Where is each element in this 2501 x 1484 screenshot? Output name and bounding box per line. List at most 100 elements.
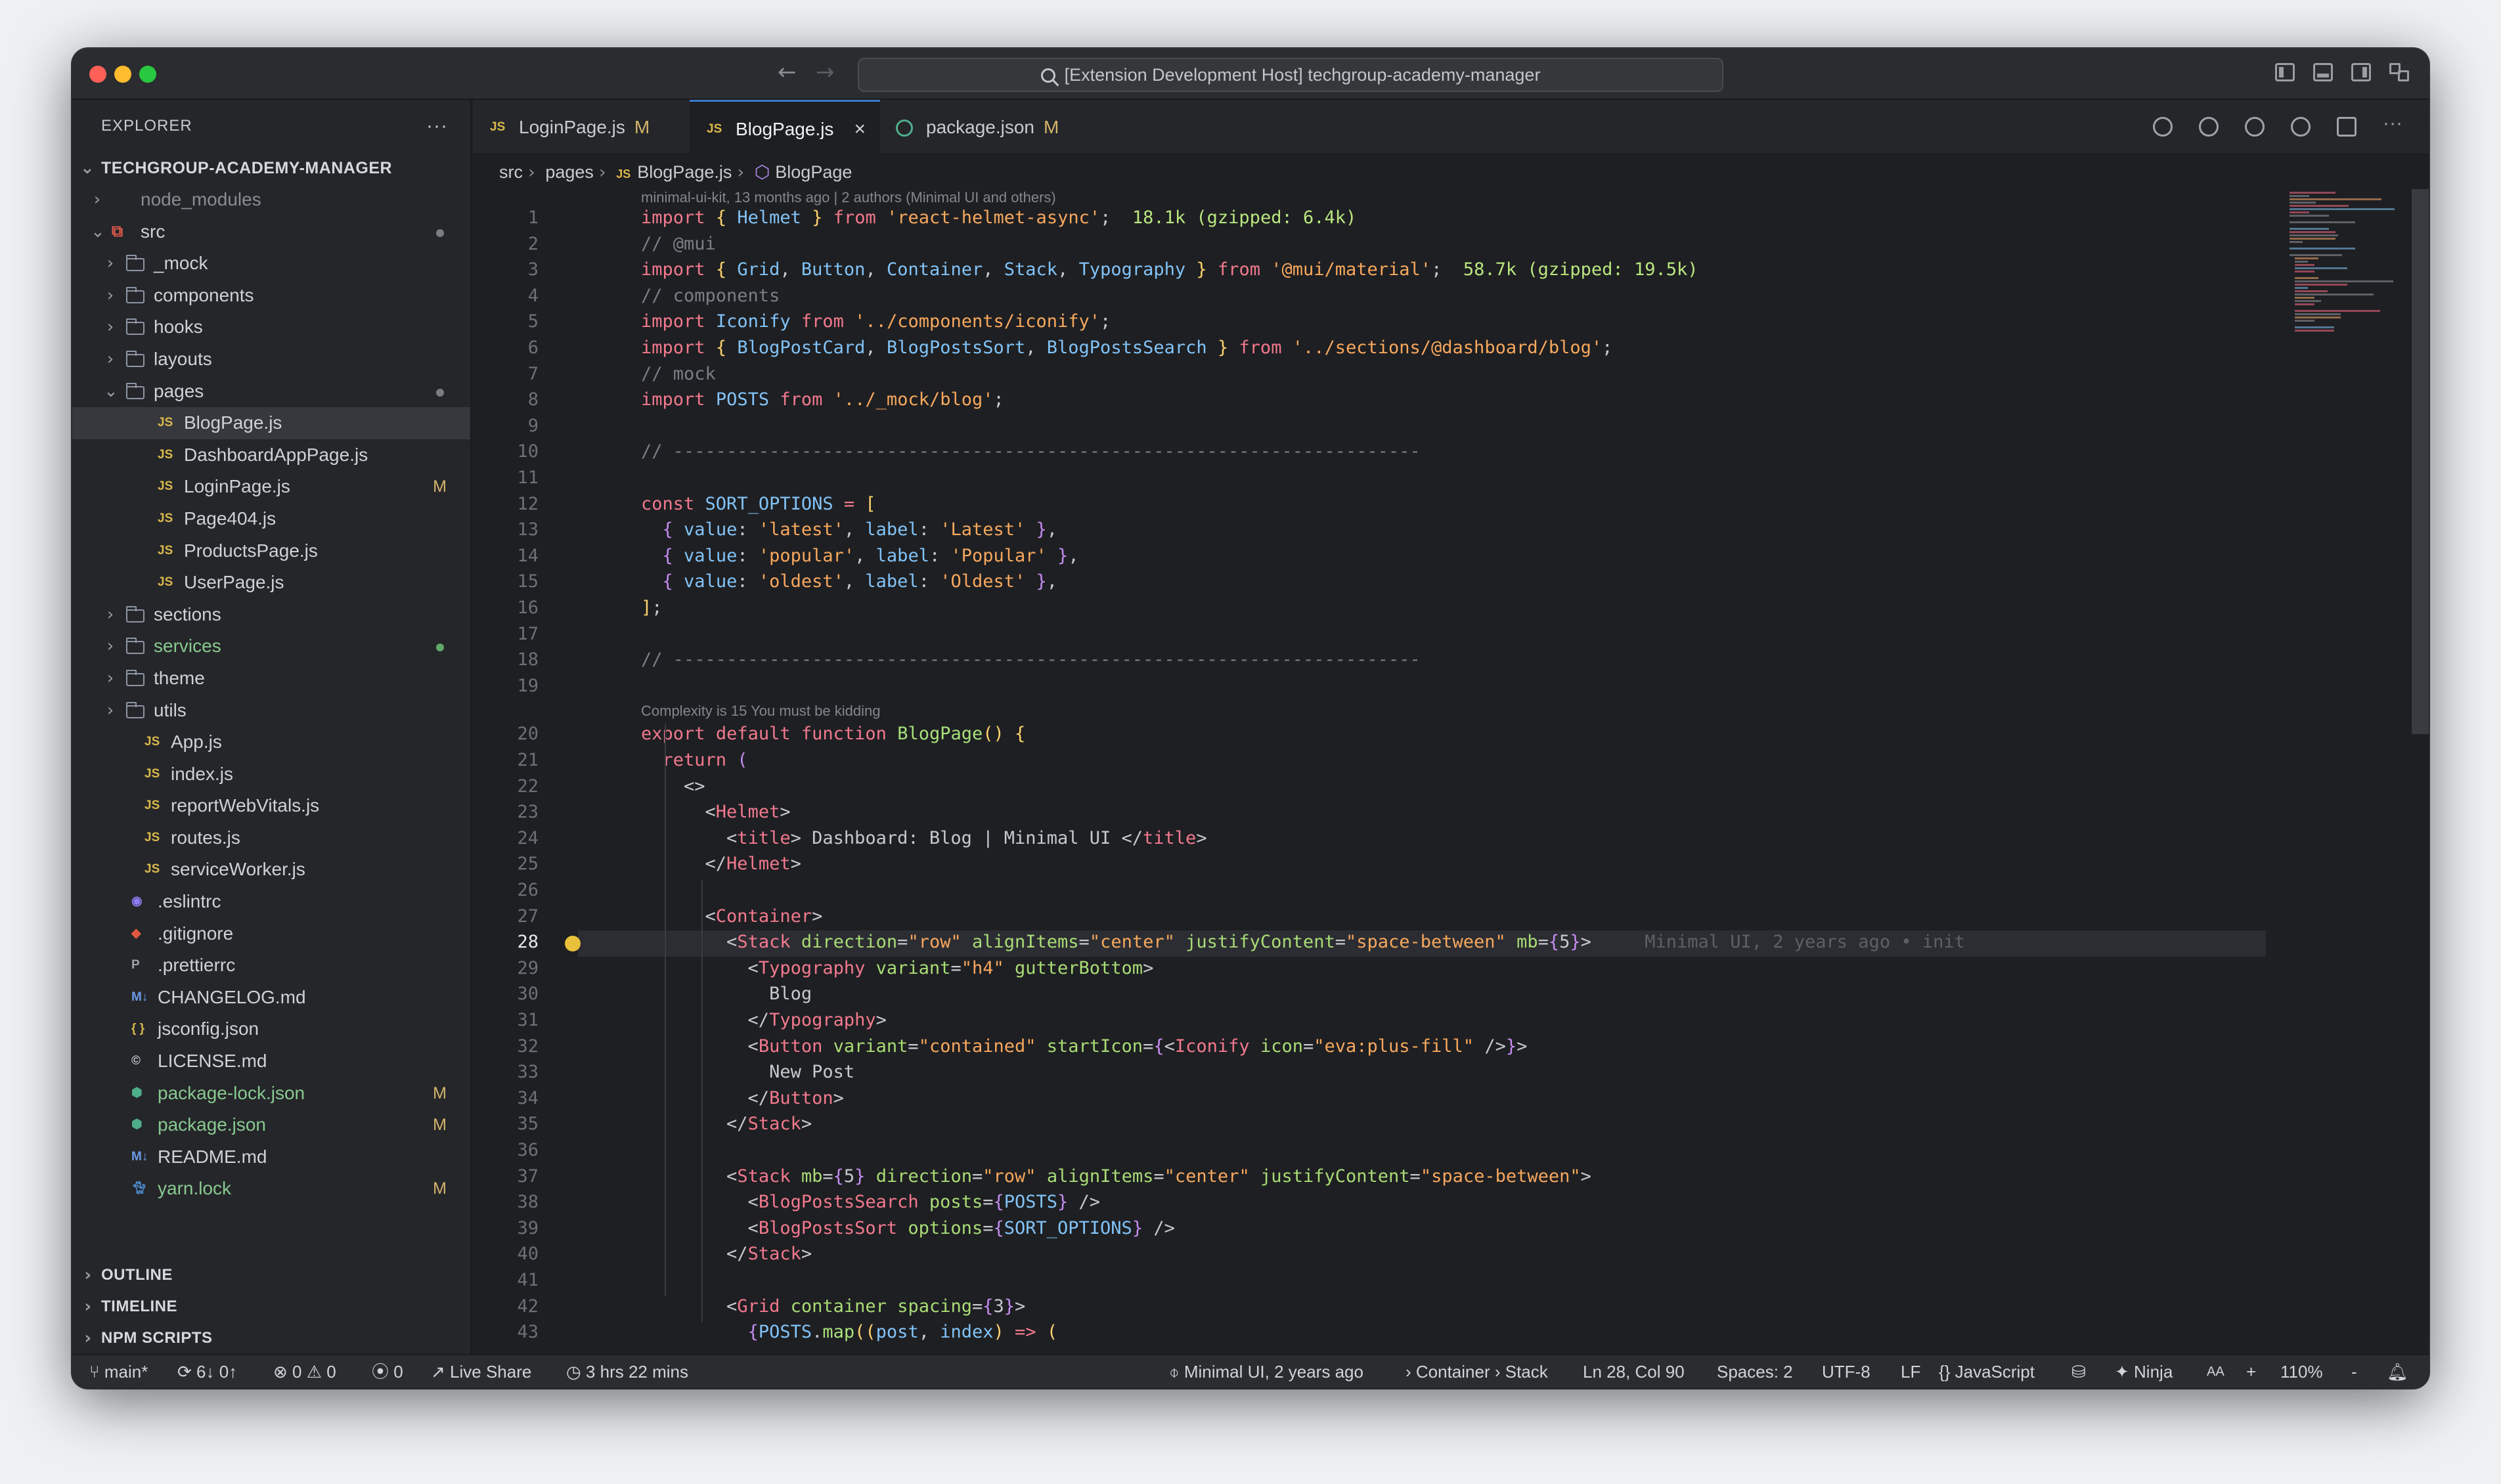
tree-item[interactable]: JS serviceWorker.js	[72, 854, 470, 886]
tree-item[interactable]: › components	[72, 280, 470, 312]
tree-item[interactable]: › services	[72, 630, 470, 663]
tree-item[interactable]: JS BlogPage.js	[72, 407, 470, 439]
breadcrumb-item[interactable]: BlogPage	[775, 162, 852, 182]
code-line[interactable]: // components	[641, 286, 780, 306]
tree-item[interactable]: ⬢ package-lock.json M	[72, 1078, 470, 1110]
sidebar-section-npm-scripts[interactable]: › NPM SCRIPTS	[72, 1322, 470, 1354]
code-line[interactable]: {POSTS.map((post, index) => (	[641, 1322, 1058, 1342]
tree-item[interactable]: › node_modules	[72, 184, 470, 216]
sidebar-section-timeline[interactable]: › TIMELINE	[72, 1291, 470, 1322]
blame-codelens[interactable]: minimal-ui-kit, 13 months ago | 2 author…	[641, 189, 1056, 206]
more-actions-icon[interactable]: ···	[426, 100, 448, 152]
previous-change-icon[interactable]	[2199, 117, 2219, 137]
breadcrumb-item[interactable]: pages	[545, 162, 594, 182]
code-line[interactable]: </Stack>	[641, 1244, 812, 1264]
tree-item[interactable]: › _mock	[72, 248, 470, 280]
code-line[interactable]: import { BlogPostCard, BlogPostsSort, Bl…	[641, 338, 1612, 358]
tree-item[interactable]: ◉ .eslintrc	[72, 886, 470, 918]
breadcrumb-item[interactable]: src	[499, 162, 523, 182]
tree-item[interactable]: JS ProductsPage.js	[72, 535, 470, 567]
gitlens-icon[interactable]	[2291, 117, 2311, 137]
branch-status[interactable]: ⑂ main*	[89, 1355, 148, 1388]
code-line[interactable]: <Stack direction="row" alignItems="cente…	[641, 932, 1965, 952]
code-line[interactable]: { value: 'oldest', label: 'Oldest' },	[641, 571, 1058, 592]
code-line[interactable]: </Typography>	[641, 1010, 887, 1030]
zoom-window-button[interactable]	[139, 66, 156, 83]
code-line[interactable]: export default function BlogPage() {	[641, 724, 1025, 744]
code-line[interactable]: <Stack mb={5} direction="row" alignItems…	[641, 1166, 1591, 1187]
tab-blogpage[interactable]: JS BlogPage.js ×	[690, 100, 880, 155]
tree-item[interactable]: M↓ README.md	[72, 1141, 470, 1173]
zoom-level[interactable]: 110%	[2280, 1355, 2323, 1388]
tree-item[interactable]: JS index.js	[72, 758, 470, 791]
zoom-in-button[interactable]: +	[2246, 1355, 2256, 1388]
indentation-status[interactable]: Spaces: 2	[1717, 1355, 1793, 1388]
back-arrow-icon[interactable]: ←	[778, 59, 797, 85]
code-line[interactable]: // -------------------------------------…	[641, 441, 1421, 462]
tab-loginpage[interactable]: JS LoginPage.js M	[473, 100, 690, 155]
vertical-scrollbar[interactable]	[2412, 189, 2429, 734]
code-line[interactable]: </Button>	[641, 1088, 844, 1108]
project-root[interactable]: ⌄ TECHGROUP-ACADEMY-MANAGER	[72, 152, 470, 184]
code-line[interactable]: // @mui	[641, 234, 716, 254]
cursor-position[interactable]: Ln 28, Col 90	[1583, 1355, 1685, 1388]
tree-item[interactable]: JS App.js	[72, 726, 470, 758]
tree-item[interactable]: › theme	[72, 663, 470, 695]
code-editor[interactable]: minimal-ui-kit, 13 months ago | 2 author…	[473, 189, 2279, 1354]
breadcrumb-item[interactable]: BlogPage.js	[637, 162, 732, 182]
open-changes-icon[interactable]	[2153, 117, 2173, 137]
tree-item[interactable]: { } jsconfig.json	[72, 1013, 470, 1045]
minimize-window-button[interactable]	[114, 66, 131, 83]
code-line[interactable]: import Iconify from '../components/iconi…	[641, 311, 1111, 332]
close-window-button[interactable]	[89, 66, 106, 83]
more-actions-icon[interactable]: ···	[2383, 114, 2402, 137]
code-line[interactable]: <Grid container spacing={3}>	[641, 1296, 1025, 1317]
zoom-out-button[interactable]: -	[2351, 1355, 2357, 1388]
font-size-status[interactable]: AA	[2207, 1355, 2224, 1388]
tree-item[interactable]: › utils	[72, 695, 470, 727]
code-line[interactable]: ];	[641, 598, 663, 618]
tree-item[interactable]: ⌄ pages	[72, 376, 470, 408]
encoding-status[interactable]: UTF-8	[1822, 1355, 1870, 1388]
code-line[interactable]: <title> Dashboard: Blog | Minimal UI </t…	[641, 828, 1207, 848]
ninja-status[interactable]: ✦ Ninja	[2115, 1355, 2173, 1388]
tree-item[interactable]: ◆ .gitignore	[72, 918, 470, 950]
code-line[interactable]: <Button variant="contained" startIcon={<…	[641, 1036, 1528, 1057]
notifications-bell-icon[interactable]: 🔔︎	[2387, 1355, 2408, 1388]
blame-status[interactable]: ⌽ Minimal UI, 2 years ago	[1169, 1355, 1363, 1388]
code-line[interactable]: Blog	[641, 984, 812, 1004]
command-center-search[interactable]: [Extension Development Host] techgroup-a…	[858, 58, 1723, 92]
liveshare-status[interactable]: ↗ Live Share	[431, 1355, 531, 1388]
code-line[interactable]: { value: 'latest', label: 'Latest' },	[641, 519, 1058, 540]
code-line[interactable]: const SORT_OPTIONS = [	[641, 494, 876, 514]
code-line[interactable]: { value: 'popular', label: 'Popular' },	[641, 546, 1079, 566]
tree-item[interactable]: ⌄ ⧉ src	[72, 216, 470, 248]
toggle-panel-icon[interactable]	[2313, 63, 2333, 81]
toggle-secondary-sidebar-icon[interactable]	[2351, 63, 2371, 81]
ports-status[interactable]: ⦿ 0	[372, 1355, 403, 1388]
toggle-primary-sidebar-icon[interactable]	[2275, 63, 2295, 81]
breadcrumb-status[interactable]: › Container › Stack	[1405, 1355, 1548, 1388]
minimap[interactable]	[2286, 189, 2397, 1354]
tree-item[interactable]: JS Page404.js	[72, 503, 470, 535]
tree-item[interactable]: P .prettierrc	[72, 949, 470, 982]
tree-item[interactable]: › hooks	[72, 311, 470, 343]
code-line[interactable]: // mock	[641, 364, 716, 384]
language-status[interactable]: {} JavaScript	[1939, 1355, 2035, 1388]
customize-layout-icon[interactable]	[2389, 63, 2409, 81]
forward-arrow-icon[interactable]: →	[816, 59, 835, 85]
problems-status[interactable]: ⊗ 0 ⚠ 0	[273, 1355, 336, 1388]
code-line[interactable]: import { Helmet } from 'react-helmet-asy…	[641, 207, 1356, 228]
code-line[interactable]: import POSTS from '../_mock/blog';	[641, 389, 1004, 410]
tree-item[interactable]: ⬢ package.json M	[72, 1109, 470, 1141]
close-tab-icon[interactable]: ×	[854, 102, 866, 157]
tree-item[interactable]: › sections	[72, 599, 470, 631]
tree-item[interactable]: © LICENSE.md	[72, 1045, 470, 1078]
tree-item[interactable]: JS UserPage.js	[72, 567, 470, 599]
complexity-codelens[interactable]: Complexity is 15 You must be kidding	[641, 703, 880, 720]
split-editor-icon[interactable]	[2337, 117, 2357, 137]
code-line[interactable]: import { Grid, Button, Container, Stack,…	[641, 259, 1698, 280]
lightbulb-icon[interactable]	[565, 936, 581, 952]
tree-item[interactable]: JS DashboardAppPage.js	[72, 439, 470, 471]
code-line[interactable]: return (	[641, 750, 748, 770]
